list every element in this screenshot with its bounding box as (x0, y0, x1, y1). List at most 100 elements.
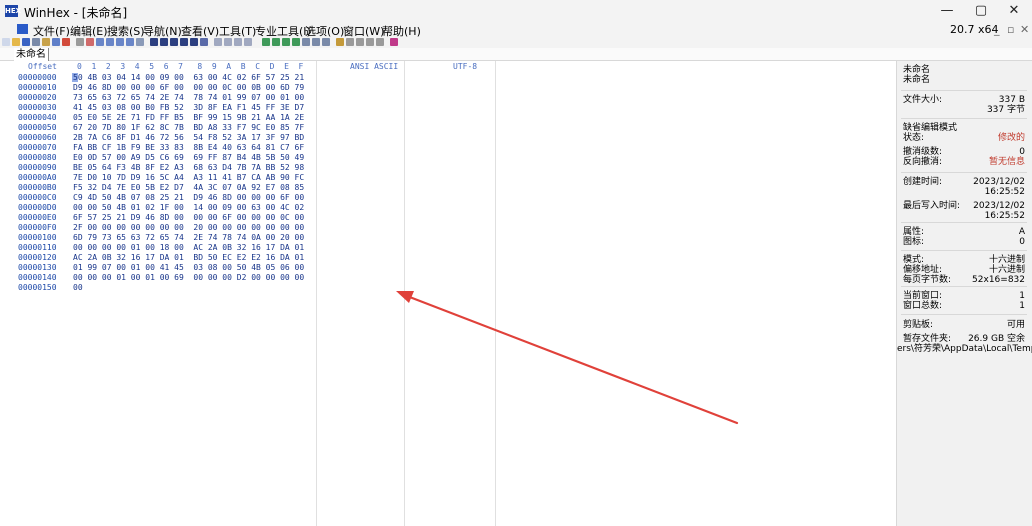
new-file-icon[interactable] (2, 38, 10, 46)
char-set-icon[interactable] (346, 38, 354, 46)
row-offset: 00000010 (18, 83, 57, 92)
find-text-icon[interactable] (150, 38, 158, 46)
view-mode-icon[interactable] (366, 38, 374, 46)
search-again-icon[interactable] (190, 38, 198, 46)
row-offset: 00000050 (18, 123, 57, 132)
row-hex-bytes[interactable]: 41 45 03 08 00 B0 FB 52 3D 8F EA F1 45 F… (73, 103, 304, 113)
maximize-button[interactable]: ▢ (964, 0, 998, 22)
row-hex-bytes[interactable]: D9 46 8D 00 00 00 6F 00 00 00 0C 00 0B 0… (73, 83, 304, 93)
ansi-column-header: ANSI ASCII (350, 62, 399, 71)
open-folder-icon[interactable] (12, 38, 20, 46)
position-manager-icon[interactable] (322, 38, 330, 46)
hex-ansi-divider (316, 61, 317, 526)
row-offset: 000000D0 (18, 203, 57, 212)
row-hex-bytes[interactable]: 50 4B 03 04 14 00 09 00 63 00 4C 02 6F 5… (73, 73, 304, 83)
row-hex-bytes[interactable]: C9 4D 50 4B 07 08 25 21 D9 46 8D 00 00 0… (73, 193, 304, 203)
find-hex-icon[interactable] (160, 38, 168, 46)
doc-close-button[interactable]: ✕ (1020, 23, 1029, 36)
close-button[interactable]: ✕ (997, 0, 1031, 22)
goto-offset-icon[interactable] (200, 38, 208, 46)
info-row: 剪贴板: 可用 (903, 320, 1025, 330)
row-offset: 00000060 (18, 133, 57, 142)
info-panel-separator (901, 90, 1027, 91)
help-icon[interactable] (376, 38, 384, 46)
doc-restore-button[interactable]: ▫ (1007, 23, 1014, 36)
info-row: 状态: 修改的 (903, 133, 1025, 143)
goto-icon[interactable] (214, 38, 222, 46)
row-hex-bytes[interactable]: 00 (73, 283, 83, 293)
clone-icon[interactable] (302, 38, 310, 46)
row-hex-bytes[interactable]: FA BB CF 1B F9 BE 33 83 8B E4 40 63 64 8… (73, 143, 304, 153)
replace-text-icon[interactable] (170, 38, 178, 46)
replace-hex-icon[interactable] (180, 38, 188, 46)
info-value: 十六进制 (988, 255, 1025, 265)
paste-zero-icon[interactable] (126, 38, 134, 46)
row-hex-bytes[interactable]: 00 00 00 00 01 00 18 00 AC 2A 0B 32 16 1… (73, 243, 304, 253)
text-mode-icon[interactable] (356, 38, 364, 46)
info-label: 撤消级数: (903, 147, 943, 157)
row-offset: 00000120 (18, 253, 57, 262)
template-icon[interactable] (312, 38, 320, 46)
row-hex-bytes[interactable]: F5 32 D4 7E E0 5B E2 D7 4A 3C 07 0A 92 E… (73, 183, 304, 193)
undo-icon[interactable] (76, 38, 84, 46)
write-icon[interactable] (136, 38, 144, 46)
info-value: 16:25:52 (984, 187, 1025, 197)
row-hex-bytes[interactable]: BE 05 64 F3 4B 8F E2 A3 68 63 D4 7B 7A B… (73, 163, 304, 173)
tab-bar: 未命名 (0, 48, 1032, 61)
info-row: 暂存文件夹: 26.9 GB 空余 (903, 334, 1025, 344)
row-hex-bytes[interactable]: 6D 79 73 65 63 72 65 74 2E 74 78 74 0A 0… (73, 233, 304, 243)
version-label: 20.7 x64 (950, 23, 999, 36)
copy-icon[interactable] (96, 38, 104, 46)
info-label: 缺省编辑模式 (903, 123, 958, 133)
disk-tools-icon[interactable] (262, 38, 270, 46)
info-row: 每页字节数: 52x16=832 (903, 275, 1025, 285)
cut-icon[interactable] (86, 38, 94, 46)
minimize-button[interactable]: — (930, 0, 964, 22)
row-hex-bytes[interactable]: 2B 7A C6 8F D1 46 72 56 54 F8 52 3A 17 3… (73, 133, 304, 143)
arrow-left-icon[interactable] (234, 38, 242, 46)
hash-icon[interactable] (282, 38, 290, 46)
info-value: 修改的 (997, 133, 1025, 143)
row-hex-bytes[interactable]: 67 20 7D 80 1F 62 8C 7B BD A8 33 F7 9C E… (73, 123, 304, 133)
row-hex-bytes[interactable]: 2F 00 00 00 00 00 00 00 20 00 00 00 00 0… (73, 223, 304, 233)
info-row: ers\符芳荣\AppData\Local\Temp (897, 344, 1032, 354)
calculator-icon[interactable] (272, 38, 280, 46)
row-hex-bytes[interactable]: 7E D0 10 7D D9 16 5C A4 A3 11 41 B7 CA A… (73, 173, 304, 183)
paste-icon[interactable] (116, 38, 124, 46)
hex-editor[interactable]: Offset 0 1 2 3 4 5 6 7 8 9 A B C D E F A… (13, 61, 896, 526)
info-panel-separator (901, 286, 1027, 287)
row-hex-bytes[interactable]: AC 2A 0B 32 16 17 DA 01 BD 50 EC E2 E2 1… (73, 253, 304, 263)
row-offset: 00000020 (18, 93, 57, 102)
row-hex-bytes[interactable]: 05 E0 5E 2E 71 FD FF B5 BF 99 15 9B 21 A… (73, 113, 304, 123)
doc-minimize-button[interactable]: _ (994, 23, 1000, 36)
row-hex-bytes[interactable]: 00 00 50 4B 01 02 1F 00 14 00 09 00 63 0… (73, 203, 304, 213)
utf8-column-header: UTF-8 (453, 62, 478, 71)
row-hex-bytes[interactable]: 00 00 00 01 00 01 00 69 00 00 00 D2 00 0… (73, 273, 304, 283)
save-icon[interactable] (22, 38, 30, 46)
disk-image-icon[interactable] (292, 38, 300, 46)
info-label: 每页字节数: (903, 275, 952, 285)
print-icon[interactable] (32, 38, 40, 46)
data-interpreter-icon[interactable] (336, 38, 344, 46)
info-label: 模式: (903, 255, 925, 265)
info-label: 未命名 (903, 65, 931, 75)
row-hex-bytes[interactable]: E0 0D 57 00 A9 D5 C6 69 69 FF 87 B4 4B 5… (73, 153, 304, 163)
ram-icon[interactable] (62, 38, 70, 46)
info-label: 文件大小: (903, 95, 943, 105)
info-value: 十六进制 (988, 265, 1025, 275)
open-disk-icon[interactable] (52, 38, 60, 46)
menu-bar: 文件(F) 编辑(E) 搜索(S) 导航(N) 查看(V) 工具(T) 专业工具… (0, 22, 1032, 38)
row-hex-bytes[interactable]: 01 99 07 00 01 00 41 45 03 08 00 50 4B 0… (73, 263, 304, 273)
copy-block-icon[interactable] (106, 38, 114, 46)
info-row: 未命名 (903, 75, 1025, 85)
diamond-icon[interactable] (390, 38, 398, 46)
row-hex-bytes[interactable]: 73 65 63 72 65 74 2E 74 78 74 01 99 07 0… (73, 93, 304, 103)
info-row: 16:25:52 (903, 211, 1025, 221)
info-value: 0 (1019, 237, 1025, 247)
row-offset: 000000A0 (18, 173, 57, 182)
arrow-right-icon[interactable] (224, 38, 232, 46)
properties-icon[interactable] (42, 38, 50, 46)
arrow-right-2-icon[interactable] (244, 38, 252, 46)
row-hex-bytes[interactable]: 6F 57 25 21 D9 46 8D 00 00 00 6F 00 00 0… (73, 213, 304, 223)
tab-untitled[interactable]: 未命名 (14, 48, 49, 61)
